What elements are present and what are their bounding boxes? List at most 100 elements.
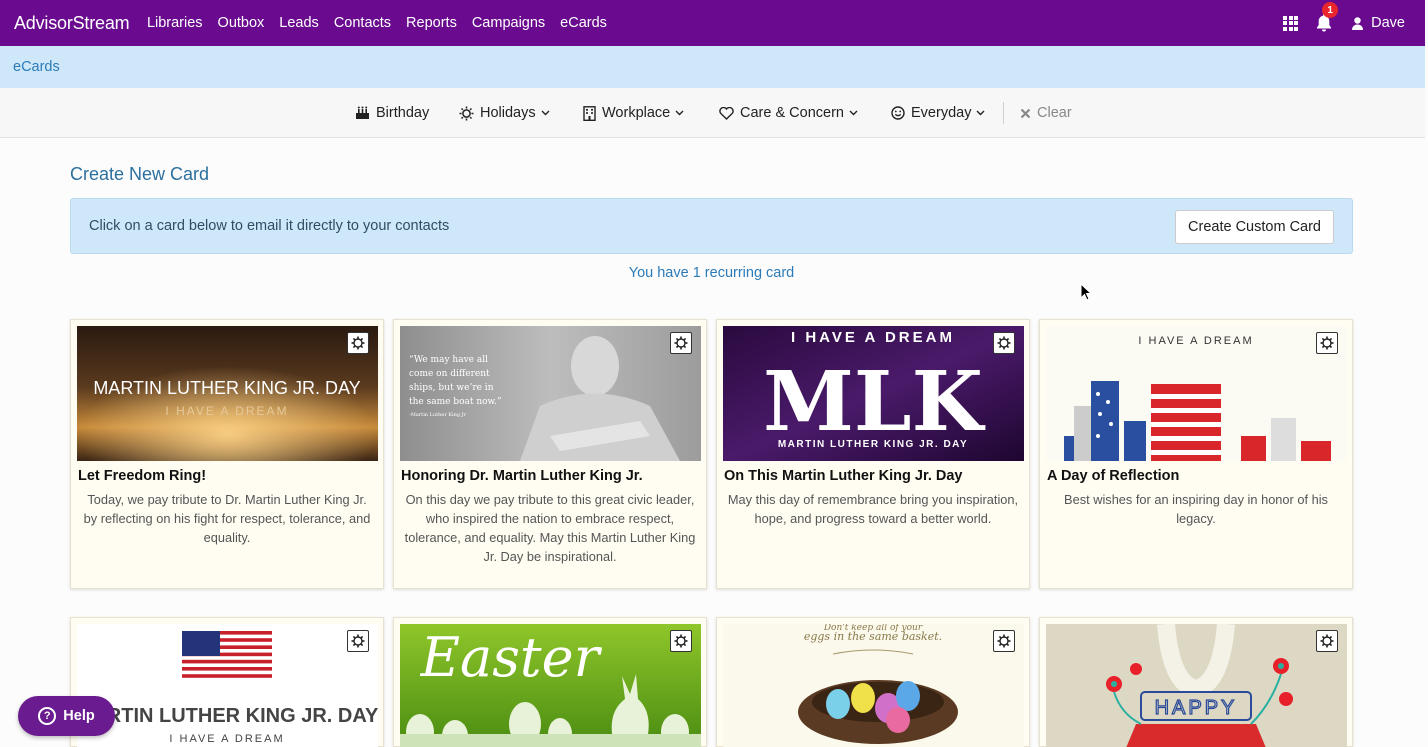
nav-ecards[interactable]: eCards: [560, 15, 607, 31]
sun-icon: [459, 106, 474, 121]
card-image-subtitle: I HAVE A DREAM: [169, 733, 284, 745]
card-quote-author: -Martin Luther King Jr: [409, 412, 467, 418]
card-honoring-mlk[interactable]: “We may have all come on different ships…: [393, 319, 707, 589]
birthday-cake-icon: [355, 106, 370, 120]
card-day-of-reflection[interactable]: I HAVE A DREAM A Day of Reflection Best …: [1039, 319, 1353, 589]
card-title: Let Freedom Ring!: [78, 468, 207, 484]
gear-icon[interactable]: [1316, 630, 1338, 652]
card-image: Don't keep all of your eggs in the same …: [723, 624, 1024, 747]
apps-grid-icon[interactable]: [1283, 15, 1299, 31]
card-description: Best wishes for an inspiring day in hono…: [1064, 492, 1328, 526]
chevron-down-icon: [541, 110, 550, 116]
gear-icon[interactable]: [1316, 332, 1338, 354]
nav-campaigns[interactable]: Campaigns: [472, 15, 545, 31]
filter-everyday-label: Everyday: [911, 105, 972, 121]
breadcrumb: eCards: [0, 46, 1425, 88]
card-image-subtitle: I HAVE A DREAM: [165, 404, 288, 418]
card-image: I HAVE A DREAM: [1046, 326, 1347, 461]
notifications-bell-icon[interactable]: 1: [1316, 2, 1339, 32]
card-image: MARTIN LUTHER KING JR. DAY I HAVE A DREA…: [77, 624, 378, 747]
breadcrumb-ecards[interactable]: eCards: [13, 59, 60, 75]
card-image: HAPPY: [1046, 624, 1347, 747]
heart-icon: [719, 106, 734, 120]
nav-contacts[interactable]: Contacts: [334, 15, 391, 31]
filter-workplace-label: Workplace: [602, 105, 671, 121]
gear-icon[interactable]: [347, 332, 369, 354]
chevron-down-icon: [976, 110, 985, 116]
nav-leads[interactable]: Leads: [279, 15, 319, 31]
nav-libraries[interactable]: Libraries: [147, 15, 203, 31]
card-description: Today, we pay tribute to Dr. Martin Luth…: [83, 492, 371, 545]
page-title: Create New Card: [70, 164, 210, 184]
gear-icon[interactable]: [670, 630, 692, 652]
card-quote-line: come on different: [409, 369, 490, 379]
filter-clear[interactable]: Clear: [1020, 88, 1072, 138]
question-icon: ?: [38, 707, 57, 725]
card-quote-line: “We may have all: [409, 354, 488, 365]
card-image-title: MARTIN LUTHER KING JR. DAY: [93, 378, 360, 398]
user-icon: [1352, 16, 1364, 30]
filter-workplace[interactable]: Workplace: [583, 88, 684, 138]
gear-icon[interactable]: [347, 630, 369, 652]
main-nav: Libraries Outbox Leads Contacts Reports …: [139, 15, 614, 31]
filter-everyday[interactable]: Everyday: [891, 88, 985, 138]
card-description: On this day we pay tribute to this great…: [404, 492, 696, 564]
smile-icon: [891, 106, 905, 120]
info-banner: Click on a card below to email it direct…: [70, 198, 1353, 254]
card-image-title: I HAVE A DREAM: [1138, 335, 1253, 347]
gear-icon[interactable]: [993, 332, 1015, 354]
card-quote-line: ships, but we’re in: [409, 383, 494, 393]
top-navbar: AdvisorStream Libraries Outbox Leads Con…: [0, 0, 1425, 46]
card-image-title: MARTIN LUTHER KING JR. DAY: [77, 705, 378, 727]
filter-birthday[interactable]: Birthday: [355, 88, 429, 138]
card-image-title: MLK: [763, 354, 985, 450]
card-image: Easter: [400, 624, 701, 747]
chevron-down-icon: [675, 110, 684, 116]
filter-divider: [1003, 102, 1004, 124]
user-name: Dave: [1371, 15, 1405, 31]
nav-outbox[interactable]: Outbox: [218, 15, 265, 31]
create-custom-card-button[interactable]: Create Custom Card: [1175, 210, 1334, 244]
building-icon: [583, 105, 596, 121]
info-message: Click on a card below to email it direct…: [89, 218, 450, 234]
card-quote-line: the same boat now.”: [409, 397, 502, 407]
filter-holidays-label: Holidays: [480, 105, 536, 121]
card-title: On This Martin Luther King Jr. Day: [724, 468, 963, 484]
nav-reports[interactable]: Reports: [406, 15, 457, 31]
card-image-title: Easter: [420, 626, 603, 689]
card-title: A Day of Reflection: [1047, 468, 1180, 484]
filter-clear-label: Clear: [1037, 105, 1072, 121]
card-mlk-flag[interactable]: MARTIN LUTHER KING JR. DAY I HAVE A DREA…: [70, 617, 384, 747]
card-image-title: HAPPY: [1155, 697, 1238, 719]
card-let-freedom-ring[interactable]: MARTIN LUTHER KING JR. DAY I HAVE A DREA…: [70, 319, 384, 589]
mouse-cursor-icon: [1080, 282, 1093, 306]
card-eggs-basket[interactable]: Don't keep all of your eggs in the same …: [716, 617, 1030, 747]
filter-birthday-label: Birthday: [376, 105, 430, 121]
card-title: Honoring Dr. Martin Luther King Jr.: [401, 468, 643, 484]
filter-care-label: Care & Concern: [740, 105, 844, 121]
help-button[interactable]: ? Help: [18, 696, 115, 736]
card-image-text: eggs in the same basket.: [804, 630, 942, 643]
notification-count-badge: 1: [1322, 2, 1339, 18]
card-mlk-day[interactable]: I HAVE A DREAM MLK MARTIN LUTHER KING JR…: [716, 319, 1030, 589]
card-description: May this day of remembrance bring you in…: [727, 492, 1019, 526]
filter-holidays[interactable]: Holidays: [459, 88, 550, 138]
brand-logo[interactable]: AdvisorStream: [14, 13, 130, 34]
card-image: “We may have all come on different ships…: [400, 326, 701, 461]
help-label: Help: [63, 708, 95, 724]
card-happy-easter[interactable]: HAPPY: [1039, 617, 1353, 747]
filter-care-concern[interactable]: Care & Concern: [719, 88, 858, 138]
category-filter-bar: Birthday Holidays Workplace Care & Conce…: [0, 88, 1425, 138]
gear-icon[interactable]: [670, 332, 692, 354]
recurring-card-link[interactable]: You have 1 recurring card: [0, 265, 1423, 281]
close-icon: [1020, 108, 1031, 119]
card-image-subtitle: I HAVE A DREAM: [791, 329, 955, 346]
card-image: MARTIN LUTHER KING JR. DAY I HAVE A DREA…: [77, 326, 378, 461]
gear-icon[interactable]: [993, 630, 1015, 652]
american-flag: [182, 631, 272, 678]
nav-right: 1 Dave: [1283, 0, 1405, 46]
card-image-caption: MARTIN LUTHER KING JR. DAY: [778, 439, 968, 450]
card-easter-green[interactable]: Easter: [393, 617, 707, 747]
card-image: I HAVE A DREAM MLK MARTIN LUTHER KING JR…: [723, 326, 1024, 461]
user-menu[interactable]: Dave: [1352, 15, 1405, 31]
